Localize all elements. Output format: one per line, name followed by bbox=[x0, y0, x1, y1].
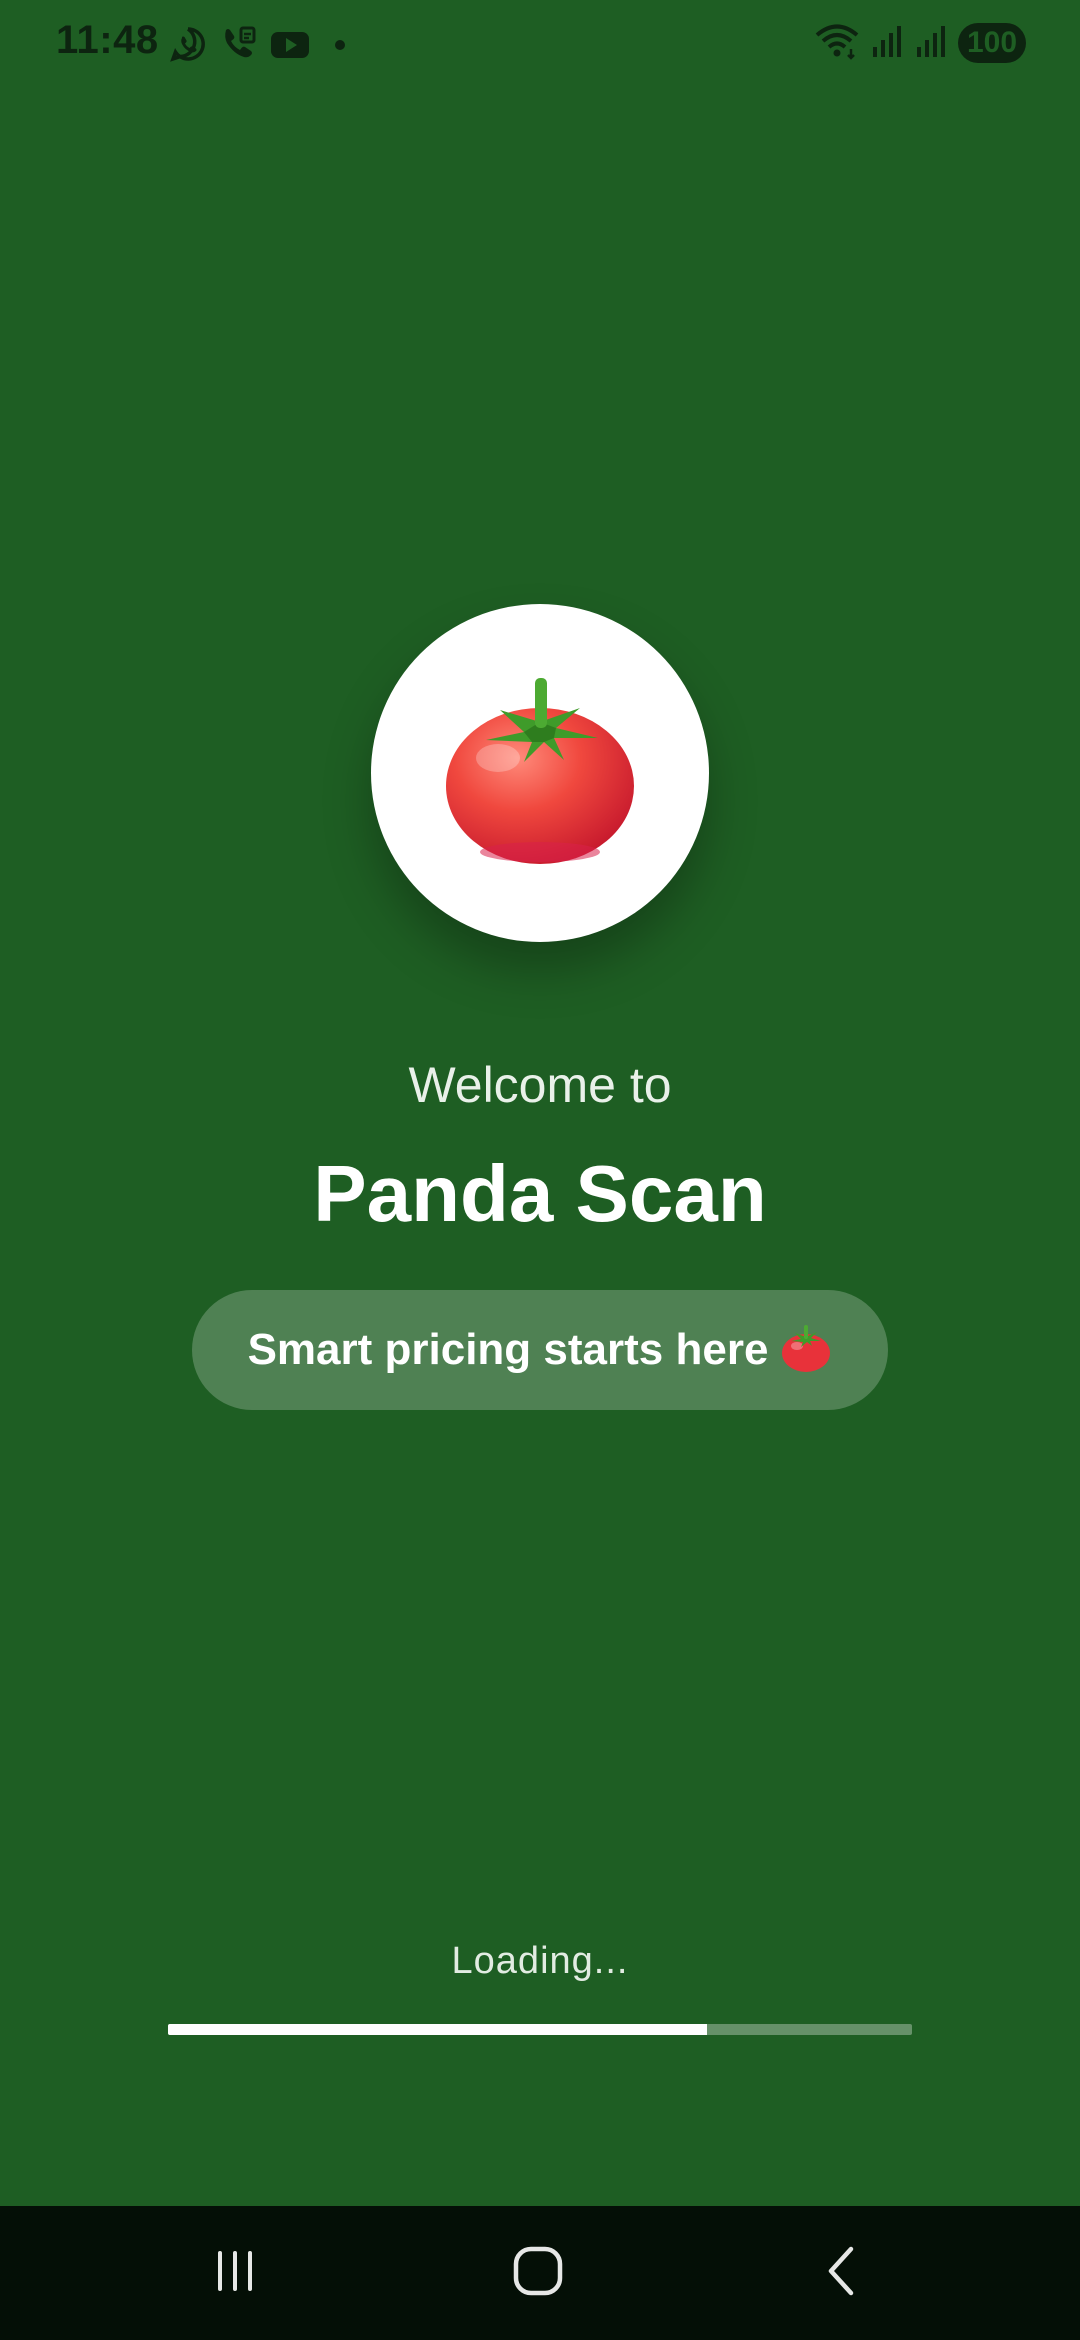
home-button[interactable] bbox=[478, 2228, 598, 2318]
app-logo bbox=[371, 604, 709, 942]
signal-icon bbox=[870, 21, 904, 66]
back-icon bbox=[817, 2243, 867, 2304]
navigation-bar bbox=[0, 2206, 1080, 2340]
loading-progress-fill bbox=[168, 2024, 708, 2035]
call-icon bbox=[218, 24, 258, 64]
status-time: 11:48 bbox=[56, 18, 159, 62]
loading-progress-bar bbox=[168, 2024, 912, 2035]
status-bar: 11:48 100 bbox=[0, 0, 1080, 86]
welcome-text: Welcome to bbox=[408, 1057, 672, 1113]
whatsapp-icon bbox=[168, 24, 208, 64]
home-icon bbox=[510, 2243, 566, 2304]
system-icons: 100 bbox=[814, 20, 1026, 66]
recent-apps-button[interactable] bbox=[175, 2228, 295, 2318]
signal-icon bbox=[914, 21, 948, 66]
recent-apps-icon bbox=[210, 2246, 260, 2301]
wifi-icon bbox=[814, 21, 860, 66]
battery-indicator: 100 bbox=[958, 23, 1026, 63]
tagline-pill: Smart pricing starts here bbox=[192, 1290, 888, 1410]
youtube-icon bbox=[268, 24, 312, 64]
tomato-icon bbox=[780, 1323, 832, 1378]
tagline-text: Smart pricing starts here bbox=[247, 1325, 769, 1374]
app-title: Panda Scan bbox=[313, 1149, 767, 1238]
dot-icon bbox=[322, 24, 358, 64]
notification-icons bbox=[168, 22, 358, 66]
loading-text: Loading... bbox=[451, 1940, 629, 1982]
back-button[interactable] bbox=[782, 2228, 902, 2318]
